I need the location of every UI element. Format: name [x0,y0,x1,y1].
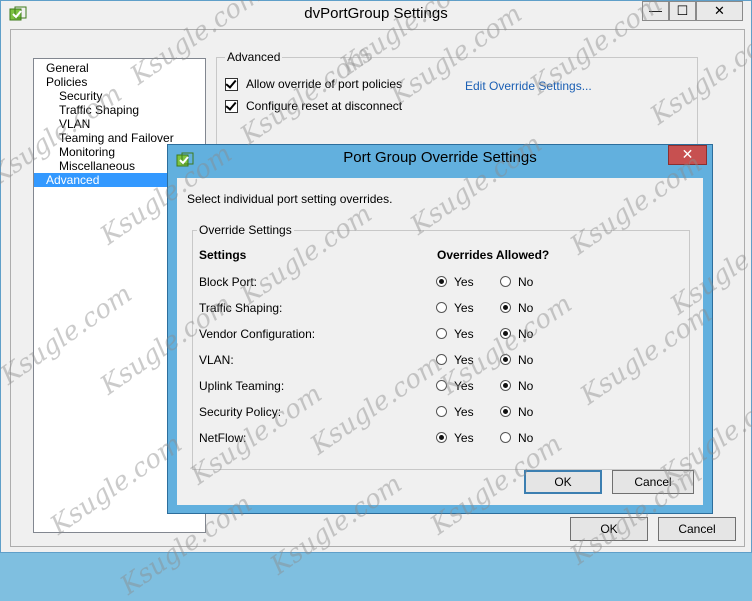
main-ok-button[interactable]: OK [570,517,648,541]
dialog-body: Select individual port setting overrides… [177,178,703,505]
vendor-configuration-yes-label: Yes [454,327,474,341]
override-settings-legend: Override Settings [197,223,294,237]
allow-override-label: Allow override of port policies [246,77,403,91]
block-port-yes-label: Yes [454,275,474,289]
configure-reset-label: Configure reset at disconnect [246,99,403,113]
checkmark-icon [225,99,237,112]
vendor-configuration-yes-radio[interactable] [436,328,447,339]
override-settings-group: Override Settings Settings Overrides All… [192,223,690,470]
tree-item-vlan[interactable]: VLAN [34,117,205,131]
minimize-button[interactable]: — [642,1,669,21]
settings-column-header: Settings [199,248,247,262]
vlan-label: VLAN: [199,353,234,367]
advanced-group: Advanced Allow override of port policies… [216,50,698,147]
vendor-configuration-no-radio[interactable] [500,328,511,339]
vlan-no-radio[interactable] [500,354,511,365]
vlan-yes-radio[interactable] [436,354,447,365]
title-bar[interactable]: dvPortGroup Settings — ☐ ✕ [1,1,751,29]
netflow-label: NetFlow: [199,431,247,445]
uplink-teaming-yes-radio[interactable] [436,380,447,391]
security-policy-yes-radio[interactable] [436,406,447,417]
vendor-configuration-no-label: No [518,327,534,341]
port-group-override-dialog: Port Group Override Settings ✕ Select in… [167,144,713,514]
tree-item-teaming-and-failover[interactable]: Teaming and Failover [34,131,205,145]
security-policy-no-label: No [518,405,534,419]
overrides-allowed-column-header: Overrides Allowed? [437,248,550,262]
tree-item-security[interactable]: Security [34,89,205,103]
dialog-description: Select individual port setting overrides… [187,192,393,206]
checkmark-icon [225,77,237,90]
vlan-no-label: No [518,353,534,367]
edit-override-settings-link[interactable]: Edit Override Settings... [465,79,592,93]
tree-item-traffic-shaping[interactable]: Traffic Shaping [34,103,205,117]
tree-item-general[interactable]: General [34,61,205,75]
uplink-teaming-no-label: No [518,379,534,393]
uplink-teaming-label: Uplink Teaming: [199,379,285,393]
block-port-label: Block Port: [199,275,258,289]
uplink-teaming-no-radio[interactable] [500,380,511,391]
main-cancel-button[interactable]: Cancel [658,517,736,541]
traffic-shaping-yes-label: Yes [454,301,474,315]
traffic-shaping-yes-radio[interactable] [436,302,447,313]
configure-reset-checkbox[interactable] [225,99,238,114]
netflow-no-radio[interactable] [500,432,511,443]
dialog-cancel-button[interactable]: Cancel [612,470,694,494]
vendor-configuration-label: Vendor Configuration: [199,327,316,341]
security-policy-label: Security Policy: [199,405,282,419]
security-policy-no-radio[interactable] [500,406,511,417]
traffic-shaping-label: Traffic Shaping: [199,301,283,315]
dialog-title: Port Group Override Settings [343,149,537,166]
security-policy-yes-label: Yes [454,405,474,419]
tree-item-policies[interactable]: Policies [34,75,205,89]
window-title: dvPortGroup Settings [304,5,448,22]
netflow-yes-radio[interactable] [436,432,447,443]
dialog-close-button[interactable]: ✕ [668,145,707,165]
dialog-ok-button[interactable]: OK [524,470,602,494]
traffic-shaping-no-label: No [518,301,534,315]
block-port-yes-radio[interactable] [436,276,447,287]
block-port-no-radio[interactable] [500,276,511,287]
block-port-no-label: No [518,275,534,289]
netflow-yes-label: Yes [454,431,474,445]
netflow-no-label: No [518,431,534,445]
allow-override-checkbox[interactable] [225,77,238,92]
maximize-button[interactable]: ☐ [669,1,696,21]
allow-override-row[interactable]: Allow override of port policies [225,76,402,92]
traffic-shaping-no-radio[interactable] [500,302,511,313]
vlan-yes-label: Yes [454,353,474,367]
advanced-group-legend: Advanced [225,50,283,64]
close-button[interactable]: ✕ [696,1,743,21]
uplink-teaming-yes-label: Yes [454,379,474,393]
configure-reset-row[interactable]: Configure reset at disconnect [225,98,402,114]
